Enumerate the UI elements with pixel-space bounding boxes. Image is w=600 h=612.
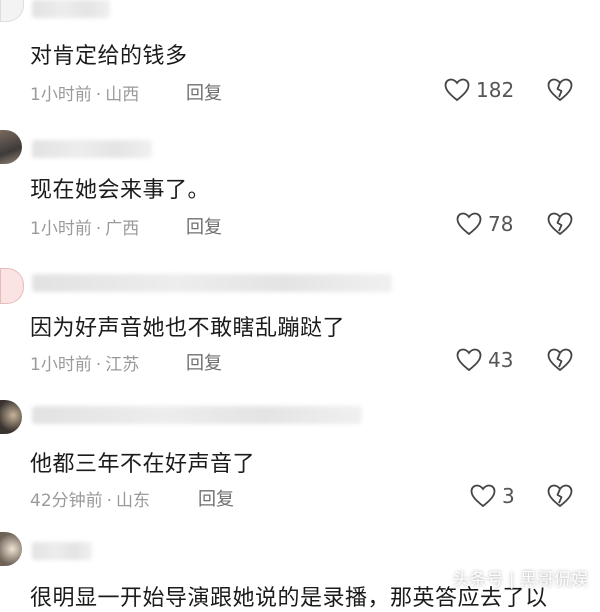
comment-text: 他都三年不在好声音了 [30, 452, 256, 477]
comment-location: 江苏 [105, 355, 140, 375]
comment-location: 山东 [116, 491, 151, 511]
username-blurred [32, 0, 110, 18]
watermark: 头条号 | 黑哥侃娱 [452, 570, 588, 590]
heart-outline-icon [456, 212, 482, 236]
username-blurred [32, 274, 392, 292]
like-button[interactable]: 78 [456, 212, 513, 236]
comment-text: 对肯定给的钱多 [30, 44, 188, 69]
like-count: 43 [488, 348, 514, 372]
avatar[interactable] [0, 0, 24, 22]
username-blurred [32, 140, 152, 158]
comment-meta: 1小时前 · 广西 [30, 214, 139, 239]
dislike-button[interactable] [547, 484, 573, 508]
like-button[interactable]: 43 [456, 348, 513, 372]
like-button[interactable]: 3 [470, 484, 515, 508]
dislike-button[interactable] [547, 212, 573, 236]
username-blurred [32, 542, 92, 560]
like-button[interactable]: 182 [444, 78, 514, 102]
heart-outline-icon [470, 484, 496, 508]
username-blurred [32, 406, 362, 424]
dislike-button[interactable] [547, 78, 573, 102]
reply-button[interactable]: 回复 [186, 213, 222, 239]
meta-separator: · [95, 355, 102, 375]
comment-location: 山西 [105, 85, 140, 105]
like-count: 78 [488, 212, 514, 236]
heart-outline-icon [456, 348, 482, 372]
reply-button[interactable]: 回复 [198, 485, 234, 511]
heart-outline-icon [444, 78, 470, 102]
broken-heart-icon [547, 348, 573, 372]
avatar[interactable] [0, 268, 24, 304]
comment-time: 1小时前 [30, 219, 92, 239]
meta-separator: · [106, 491, 113, 511]
meta-separator: · [95, 85, 102, 105]
broken-heart-icon [547, 212, 573, 236]
reply-button[interactable]: 回复 [186, 79, 222, 105]
avatar[interactable] [0, 400, 22, 434]
meta-separator: · [95, 219, 102, 239]
avatar[interactable] [0, 532, 22, 566]
comment-time: 1小时前 [30, 85, 92, 105]
dislike-button[interactable] [547, 348, 573, 372]
comment-time: 42分钟前 [30, 491, 103, 511]
reply-button[interactable]: 回复 [186, 349, 222, 375]
comment-text: 现在她会来事了。 [30, 178, 211, 203]
avatar[interactable] [0, 130, 22, 164]
comment-time: 1小时前 [30, 355, 92, 375]
comment-meta: 1小时前 · 江苏 [30, 350, 139, 375]
comment-meta: 42分钟前 · 山东 [30, 486, 150, 511]
like-count: 182 [476, 78, 515, 102]
comment-location: 广西 [105, 219, 140, 239]
broken-heart-icon [547, 484, 573, 508]
broken-heart-icon [547, 78, 573, 102]
comment-meta: 1小时前 · 山西 [30, 80, 139, 105]
comment-text: 因为好声音她也不敢瞎乱蹦跶了 [30, 316, 346, 341]
like-count: 3 [502, 484, 515, 508]
